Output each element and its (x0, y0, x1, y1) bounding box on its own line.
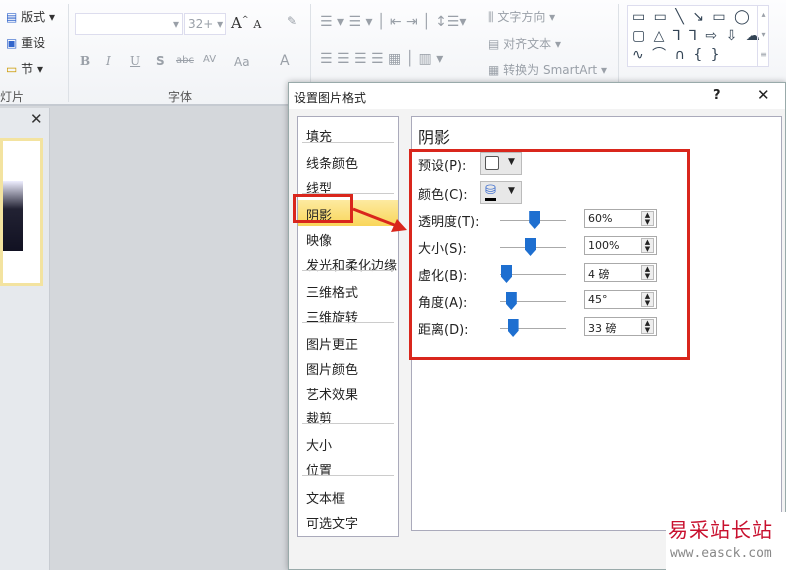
close-button[interactable]: ✕ (757, 86, 770, 104)
nav-item[interactable]: 艺术效果 (306, 384, 358, 403)
nav-item[interactable]: 裁剪 (306, 408, 332, 427)
nav-divider (302, 142, 394, 143)
thumbnail-image (3, 181, 23, 251)
divider (68, 4, 69, 102)
nav-item[interactable]: 图片更正 (306, 334, 358, 353)
watermark: 易采站长站 www.easck.com (666, 512, 786, 570)
slider-label: 距离(D): (418, 323, 469, 338)
italic-button[interactable]: I (106, 54, 111, 68)
change-case-button[interactable]: Aa (234, 55, 250, 69)
spin-arrows-icon[interactable]: ▲ ▼ (641, 211, 654, 226)
spinbox-value: 100% (588, 239, 620, 252)
spin-arrows-icon[interactable]: ▲ ▼ (641, 265, 654, 280)
color-dropdown[interactable]: ⛁ ▼ (480, 181, 522, 204)
nav-divider (302, 270, 394, 271)
nav-divider (302, 475, 394, 476)
red-arrow-icon (352, 207, 407, 232)
value-spinbox[interactable]: 60% ▲ ▼ (584, 209, 657, 228)
nav-divider (302, 423, 394, 424)
chevron-down-icon: ▼ (508, 186, 515, 196)
value-spinbox[interactable]: 4 磅 ▲ ▼ (584, 263, 657, 282)
shadow-panel: 阴影 预设(P): ▼ 颜色(C): ⛁ ▼ 透明度(T): 60% ▲ ▼ 大小(S):… (409, 116, 782, 531)
grow-font-button[interactable]: A^ A (231, 14, 261, 32)
value-spinbox[interactable]: 33 磅 ▲ ▼ (584, 317, 657, 336)
reset-button[interactable]: ▣ 重设 (6, 34, 45, 51)
category-list: 填充 线条颜色 线型 阴影 映像 发光和柔化边缘 三维格式 三维旋转 图片更正 图片颜色 艺术效果裁… (297, 116, 399, 537)
font-name-select[interactable]: ▾ (75, 13, 183, 35)
spinbox-value: 45° (588, 293, 608, 306)
bullets-button[interactable]: ☰ ▾ ☰ ▾ │ ⇤ ⇥ │ ↕☰▾ (320, 14, 466, 30)
group-label-slides: 灯片 (0, 90, 25, 104)
dialog-titlebar: 设置图片格式 ? ✕ (289, 83, 785, 109)
font-color-button[interactable]: A (280, 53, 290, 69)
group-label-font: 字体 (168, 90, 193, 104)
highlight-box (293, 194, 353, 223)
slider-label: 大小(S): (418, 242, 467, 257)
clear-format-icon[interactable]: ✎ (287, 14, 297, 28)
slider-label: 虚化(B): (418, 269, 468, 284)
dialog-title: 设置图片格式 (294, 91, 367, 105)
value-spinbox[interactable]: 45° ▲ ▼ (584, 290, 657, 309)
paint-bucket-icon: ⛁ (485, 184, 496, 201)
section-button[interactable]: ▭ 节 ▾ (6, 60, 43, 77)
nav-item[interactable]: 图片颜色 (306, 359, 358, 378)
nav-item[interactable]: 三维旋转 (306, 307, 358, 326)
watermark-cn: 易采站长站 (668, 518, 773, 542)
shapes-gallery[interactable]: ▭ ▭ ╲ ↘ ▭ ◯ ▢ △ ⅂ ⅂ ⇨ ⇩ ☁ ∿ ⌒ ∩ { } (627, 5, 769, 67)
watermark-url: www.easck.com (670, 546, 772, 561)
nav-item[interactable]: 文本框 (306, 488, 345, 507)
strikethrough-button[interactable]: abc (176, 55, 194, 66)
format-picture-dialog: 设置图片格式 ? ✕ 填充 线条颜色 线型 阴影 映像 发光和柔化边缘 三维格式 三维旋转 图片… (288, 82, 786, 570)
slider-label: 角度(A): (418, 296, 468, 311)
spinbox-value: 4 磅 (588, 268, 610, 281)
underline-button[interactable]: U (130, 54, 140, 68)
nav-item[interactable]: 位置 (306, 460, 332, 479)
spinbox-value: 60% (588, 212, 613, 225)
spinbox-value: 33 磅 (588, 322, 617, 335)
nav-item[interactable]: 可选文字 (306, 513, 358, 532)
char-spacing-button[interactable]: AV (203, 54, 216, 65)
font-size-select[interactable]: 32+ ▾ (184, 13, 226, 35)
slider-label: 透明度(T): (418, 215, 480, 230)
nav-item[interactable]: 映像 (306, 230, 332, 249)
nav-divider (302, 322, 394, 323)
text-direction-button[interactable]: ⫼ 文字方向 ▾ (488, 8, 555, 25)
preset-label: 预设(P): (418, 159, 467, 174)
nav-item[interactable]: 三维格式 (306, 282, 358, 301)
close-pane-icon[interactable]: ✕ (30, 110, 43, 128)
slide-thumbnail[interactable] (0, 138, 43, 286)
shadow-button[interactable]: S (156, 54, 165, 68)
value-spinbox[interactable]: 100% ▲ ▼ (584, 236, 657, 255)
gallery-scroll[interactable]: ▴ ▾ ≡ (757, 5, 769, 67)
spin-arrows-icon[interactable]: ▲ ▼ (641, 238, 654, 253)
shadow-preset-icon (485, 156, 499, 170)
bold-button[interactable]: B (80, 54, 90, 68)
preset-dropdown[interactable]: ▼ (480, 152, 522, 175)
color-label: 颜色(C): (418, 188, 468, 203)
spin-arrows-icon[interactable]: ▲ ▼ (641, 319, 654, 334)
panel-heading: 阴影 (418, 128, 451, 147)
align-text-button[interactable]: ▤ 对齐文本 ▾ (488, 35, 561, 52)
layout-button[interactable]: ▤ 版式 ▾ (6, 8, 55, 25)
spin-arrows-icon[interactable]: ▲ ▼ (641, 292, 654, 307)
align-buttons[interactable]: ☰ ☰ ☰ ☰ ▦ │ ▥ ▾ (320, 51, 443, 67)
convert-smartart-button[interactable]: ▦ 转换为 SmartArt ▾ (488, 61, 607, 78)
nav-item[interactable]: 发光和柔化边缘 (306, 255, 397, 274)
chevron-down-icon: ▼ (508, 157, 515, 167)
nav-item[interactable]: 大小 (306, 435, 332, 454)
help-button[interactable]: ? (713, 88, 721, 103)
nav-item[interactable]: 线条颜色 (306, 153, 358, 172)
